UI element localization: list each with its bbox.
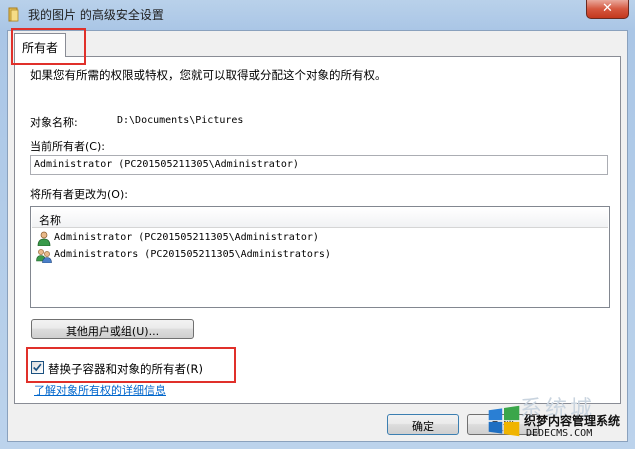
ok-button[interactable]: 确定: [387, 414, 459, 435]
windows-logo-icon: [488, 405, 520, 437]
list-item[interactable]: Administrators (PC201505211305\Administr…: [34, 247, 604, 264]
checkbox-highlight-box: [26, 347, 236, 383]
current-owner-label: 当前所有者(C):: [30, 140, 105, 153]
list-header-name[interactable]: 名称: [32, 208, 608, 228]
close-button[interactable]: ✕: [586, 0, 629, 19]
tab-highlight-box: [11, 28, 86, 65]
learn-more-link[interactable]: 了解对象所有权的详细信息: [34, 382, 166, 398]
current-owner-field[interactable]: Administrator (PC201505211305\Administra…: [30, 155, 608, 175]
object-name-value: D:\Documents\Pictures: [117, 115, 244, 126]
list-item-label: Administrator (PC201505211305\Administra…: [54, 232, 319, 243]
close-icon: ✕: [602, 1, 613, 16]
user-icon: [37, 231, 51, 246]
list-header-label: 名称: [39, 214, 61, 227]
object-name-label: 对象名称:: [30, 116, 78, 129]
watermark-line1: 织梦内容管理系统: [524, 414, 621, 428]
folder-icon: [8, 7, 19, 22]
window-title: 我的图片 的高级安全设置: [28, 8, 164, 22]
change-owner-label: 将所有者更改为(O):: [30, 188, 128, 201]
watermark: 系统城 织梦内容管理系统 DEDECMS.COM: [480, 385, 635, 449]
title-bar[interactable]: 我的图片 的高级安全设置 ✕: [0, 0, 635, 28]
ok-button-label: 确定: [412, 420, 434, 433]
list-item[interactable]: Administrator (PC201505211305\Administra…: [34, 230, 604, 247]
other-users-button-label: 其他用户或组(U)...: [65, 325, 160, 338]
other-users-button[interactable]: 其他用户或组(U)...: [31, 319, 194, 339]
watermark-line2: DEDECMS.COM: [526, 428, 593, 439]
owner-list[interactable]: 名称 Administrator (PC201505211305\Adminis…: [30, 206, 610, 308]
intro-text: 如果您有所需的权限或特权，您就可以取得或分配这个对象的所有权。: [30, 68, 387, 82]
current-owner-value: Administrator (PC201505211305\Administra…: [34, 159, 299, 170]
list-item-label: Administrators (PC201505211305\Administr…: [54, 249, 331, 260]
group-icon: [36, 249, 52, 263]
